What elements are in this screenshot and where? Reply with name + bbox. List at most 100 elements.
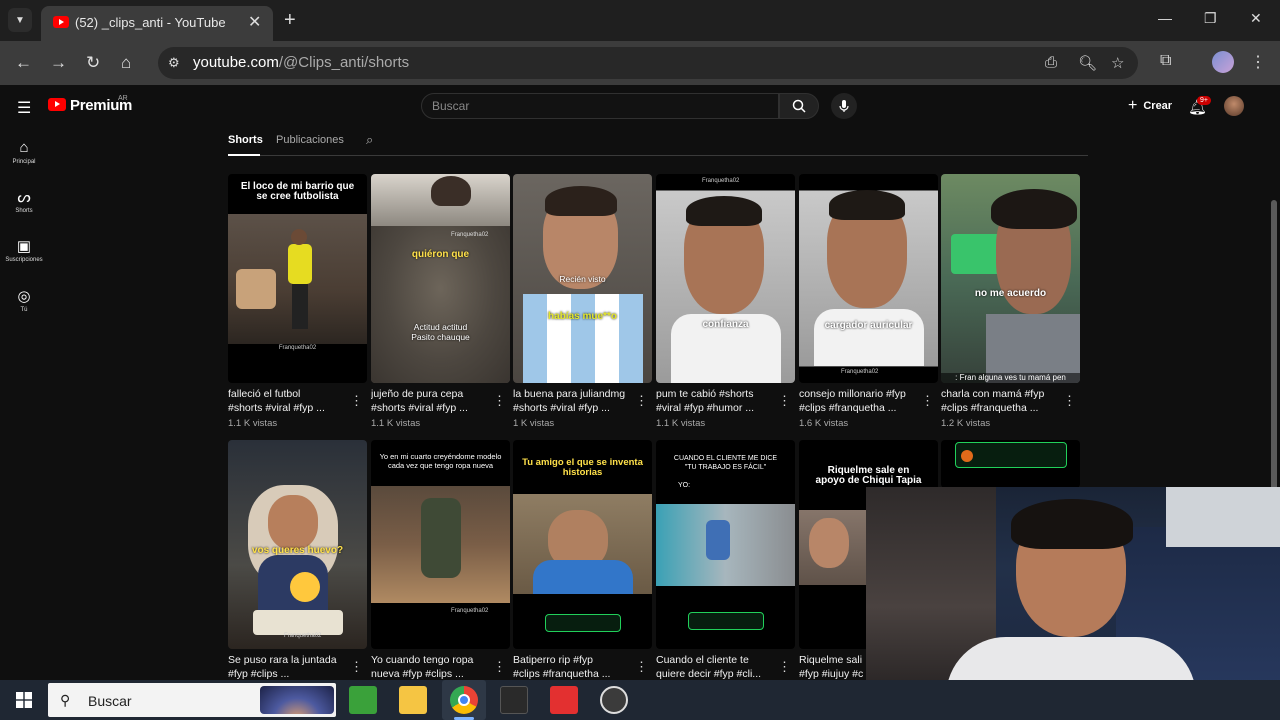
more-options-icon[interactable]: ⋮ xyxy=(921,393,934,409)
sidebar-item-principal[interactable]: ⌂ Principal xyxy=(0,139,48,165)
channel-tabs: Shorts Publicaciones ⌕ xyxy=(228,127,1088,156)
close-window-button[interactable]: ✕ xyxy=(1250,10,1262,27)
short-title-line: jujeño de pura cepa xyxy=(371,388,464,400)
more-options-icon[interactable]: ⋮ xyxy=(635,659,648,675)
region-code: AR xyxy=(118,95,128,102)
create-button[interactable]: + Crear xyxy=(1118,93,1182,119)
thumbnail-caption-secondary: YO: xyxy=(678,482,691,489)
forward-button[interactable]: → xyxy=(50,53,67,73)
thumbnail-caption: vos queres huevo? xyxy=(251,545,344,556)
short-title: consejo millonario #fyp #clips #franqueth… xyxy=(799,387,919,415)
smirk-emoji-icon xyxy=(290,572,320,602)
more-options-icon[interactable]: ⋮ xyxy=(493,393,506,409)
short-thumbnail[interactable]: no me acuerdo : Fran alguna ves tu mamá … xyxy=(941,174,1080,383)
search-input[interactable]: Buscar xyxy=(421,93,779,119)
wps-office-icon[interactable] xyxy=(550,686,578,714)
account-avatar[interactable] xyxy=(1224,96,1244,116)
taskbar-search-box[interactable]: ⚲ Buscar xyxy=(48,683,336,717)
browser-toolbar: ← → ↻ ⌂ ⚙ youtube.com/@Clips_anti/shorts… xyxy=(0,41,1280,85)
address-bar[interactable]: ⚙ youtube.com/@Clips_anti/shorts ⎙ 🔍︎ ☆ xyxy=(158,47,1138,79)
epic-games-icon[interactable] xyxy=(500,686,528,714)
restore-button[interactable]: ❐ xyxy=(1204,10,1217,27)
more-options-icon[interactable]: ⋮ xyxy=(635,393,648,409)
short-thumbnail[interactable]: Recién visto habías mue**o xyxy=(513,174,652,383)
short-title: Cuando el cliente te quiere decir #fyp #c… xyxy=(656,653,776,681)
short-title-line: quiere decir #fyp #cli... xyxy=(656,668,762,680)
thumbnail-caption: CUANDO EL CLIENTE ME DICE "TU TRABAJO ES… xyxy=(673,455,778,471)
windows-start-icon[interactable] xyxy=(16,692,32,708)
site-info-icon[interactable]: ⚙ xyxy=(168,55,180,71)
tab-publicaciones[interactable]: Publicaciones xyxy=(276,134,344,146)
minecraft-icon[interactable] xyxy=(349,686,377,714)
youtube-logo-icon[interactable] xyxy=(48,98,66,111)
more-options-icon[interactable]: ⋮ xyxy=(350,393,363,409)
zoom-icon[interactable]: 🔍︎ xyxy=(1078,54,1097,72)
thumbnail-caption-secondary: Actitud actitud Pasito chauque xyxy=(411,322,470,342)
thumbnail-caption: Tu amigo el que se inventa historias xyxy=(522,457,643,478)
short-thumbnail[interactable]: quiéron que Actitud actitud Pasito chauq… xyxy=(371,174,510,383)
new-tab-button[interactable]: + xyxy=(284,9,296,32)
install-app-icon[interactable]: ⎙ xyxy=(1045,54,1057,71)
browser-tab-strip: ▼ (52) _clips_anti - YouTube ✕ + — ❐ ✕ xyxy=(0,0,1280,41)
home-icon: ⌂ xyxy=(19,139,29,156)
short-thumbnail[interactable]: cargador auricular Franquetha02 xyxy=(799,174,938,383)
watermark: Franquetha02 xyxy=(278,345,317,351)
tab-shorts[interactable]: Shorts xyxy=(228,134,263,146)
short-title-line: #shorts #viral #fyp ... xyxy=(228,402,325,414)
active-tab-indicator xyxy=(228,154,260,156)
short-title-line: Se puso rara la juntada xyxy=(228,654,337,666)
file-explorer-icon[interactable] xyxy=(399,686,427,714)
voice-search-button[interactable] xyxy=(831,93,857,119)
obs-icon[interactable] xyxy=(600,686,628,714)
youtube-favicon-icon xyxy=(53,16,69,28)
plus-icon: + xyxy=(1128,97,1138,114)
short-title-line: falleció el futbol xyxy=(228,388,301,400)
sidebar-item-label: Tú xyxy=(20,307,28,313)
view-count: 1.1 K vistas xyxy=(656,418,706,429)
channel-search-icon[interactable]: ⌕ xyxy=(366,132,373,148)
hamburger-menu-icon[interactable]: ☰ xyxy=(17,98,31,118)
search-placeholder: Buscar xyxy=(432,99,470,113)
short-thumbnail[interactable]: vos queres huevo? Franquetha02 xyxy=(228,440,367,649)
watermark: Franquetha02 xyxy=(841,369,879,375)
more-options-icon[interactable]: ⋮ xyxy=(778,659,791,675)
minimize-button[interactable]: — xyxy=(1158,10,1172,26)
short-title: Se puso rara la juntada #fyp #clips ... xyxy=(228,653,348,681)
short-thumbnail[interactable]: El loco de mi barrio que se cree futboli… xyxy=(228,174,367,383)
chrome-taskbar-slot[interactable] xyxy=(442,680,486,720)
sidebar-item-you[interactable]: ◎ Tú xyxy=(0,287,48,313)
sidebar-item-shorts[interactable]: ᔕ Shorts xyxy=(0,188,48,214)
short-thumbnail[interactable]: Yo en mi cuarto creyéndome modelo cada v… xyxy=(371,440,510,649)
short-thumbnail[interactable]: CUANDO EL CLIENTE ME DICE "TU TRABAJO ES… xyxy=(656,440,795,649)
tab-search-menu-button[interactable]: ▼ xyxy=(8,8,32,32)
watermark: Franquetha02 xyxy=(702,178,740,184)
more-options-icon[interactable]: ⋮ xyxy=(493,659,506,675)
chrome-menu-icon[interactable]: ⋮ xyxy=(1250,52,1266,72)
short-title-line: #clips #franquetha ... xyxy=(513,668,611,680)
short-title: Yo cuando tengo ropa nueva #fyp #clips ..… xyxy=(371,653,491,681)
shorts-icon: ᔕ xyxy=(17,189,31,206)
short-thumbnail[interactable]: Franquetha02 confianza xyxy=(656,174,795,383)
short-title-line: nueva #fyp #clips ... xyxy=(371,668,464,680)
sidebar-item-label: Principal xyxy=(12,159,36,165)
bookmark-star-icon[interactable]: ☆ xyxy=(1111,54,1124,72)
sidebar-item-subscriptions[interactable]: ▣ Suscripciones xyxy=(0,237,48,263)
short-title: pum te cabió #shorts #viral #fyp #humor .… xyxy=(656,387,776,415)
taskbar-search-placeholder: Buscar xyxy=(88,693,132,709)
reload-button[interactable]: ↻ xyxy=(86,53,100,73)
extensions-icon[interactable]: ⧉ xyxy=(1160,52,1171,70)
short-thumbnail[interactable] xyxy=(941,440,1080,488)
tab-close-icon[interactable]: ✕ xyxy=(248,12,261,32)
search-button[interactable] xyxy=(779,93,819,119)
browser-tab[interactable]: (52) _clips_anti - YouTube ✕ xyxy=(41,6,273,41)
home-button[interactable]: ⌂ xyxy=(121,53,131,73)
kick-badge xyxy=(688,612,764,630)
more-options-icon[interactable]: ⋮ xyxy=(1063,393,1076,409)
more-options-icon[interactable]: ⋮ xyxy=(778,393,791,409)
short-thumbnail[interactable]: Tu amigo el que se inventa historias xyxy=(513,440,652,649)
back-button[interactable]: ← xyxy=(15,53,32,73)
short-title-line: Yo cuando tengo ropa xyxy=(371,654,474,666)
more-options-icon[interactable]: ⋮ xyxy=(350,659,363,675)
chrome-profile-avatar[interactable] xyxy=(1212,51,1234,73)
view-count: 1.2 K vistas xyxy=(941,418,991,429)
